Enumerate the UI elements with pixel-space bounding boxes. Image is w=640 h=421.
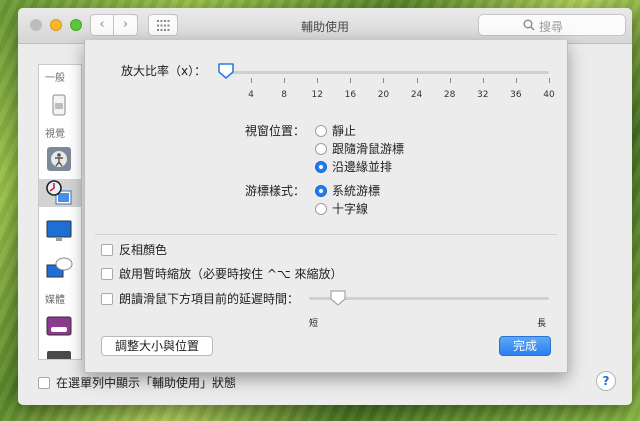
temp-zoom-label: 啟用暫時縮放（必要時按住 ^⌥ 來縮放） — [119, 267, 343, 281]
zoom-tick — [416, 78, 418, 83]
sidebar-item-zoom[interactable] — [39, 179, 81, 207]
temp-zoom-checkbox[interactable] — [101, 267, 113, 280]
category-sidebar: 一般 視覺 媒體 — [38, 64, 82, 360]
view-position-option-label: 跟隨滑鼠游標 — [332, 142, 405, 156]
zoom-factor-ticks — [85, 78, 569, 84]
zoom-tick — [350, 78, 352, 83]
sidebar-header-media: 媒體 — [45, 295, 65, 306]
zoom-options-sheet: 放大比率（x）： 4 8 12 16 20 24 28 32 36 40 視窗位置： 靜止 跟隨滑… — [84, 40, 568, 373]
sidebar-item-display[interactable] — [45, 217, 73, 245]
search-field[interactable]: 搜尋 — [478, 14, 626, 36]
zoom-tick — [317, 78, 319, 83]
sidebar-item-descriptions[interactable] — [45, 255, 73, 283]
view-position-option-stationary[interactable]: 靜止 — [315, 122, 356, 139]
sidebar-item-general[interactable] — [45, 91, 73, 119]
zoom-tick — [482, 78, 484, 83]
view-position-option-follow-mouse[interactable]: 跟隨滑鼠游標 — [315, 140, 404, 157]
view-position-radio-0[interactable] — [315, 124, 327, 137]
show-in-menubar-row[interactable]: 在選單列中顯示「輔助使用」狀態 — [38, 374, 236, 391]
zoom-tick — [284, 78, 286, 83]
cursor-style-option-label: 十字線 — [332, 202, 369, 216]
display-icon — [46, 220, 72, 241]
temp-zoom-row[interactable]: 啟用暫時縮放（必要時按住 ^⌥ 來縮放） — [101, 265, 343, 282]
view-position-option-label: 靜止 — [332, 124, 357, 138]
switch-icon — [52, 94, 66, 116]
sidebar-item-captions[interactable] — [45, 313, 73, 341]
speak-delay-checkbox[interactable] — [101, 292, 113, 305]
view-position-radio-2[interactable] — [315, 160, 327, 173]
speak-delay-label: 朗讀滑鼠下方項目前的延遲時間： — [119, 292, 300, 306]
zoom-tick-label: 8 — [281, 90, 287, 100]
search-icon — [523, 19, 535, 31]
title-bar: ‹ › 輔助使用 搜尋 — [18, 8, 632, 44]
captions-icon — [46, 316, 72, 336]
resize-position-button[interactable]: 調整大小與位置 — [101, 336, 213, 356]
voiceover-icon — [47, 147, 71, 171]
zoom-tick-label: 20 — [377, 90, 390, 100]
zoom-factor-track[interactable] — [225, 71, 549, 74]
zoom-tick-label: 36 — [510, 90, 522, 100]
invert-colors-row[interactable]: 反相顏色 — [101, 241, 167, 258]
view-position-radio-1[interactable] — [315, 142, 327, 155]
invert-colors-checkbox[interactable] — [101, 243, 113, 256]
search-placeholder: 搜尋 — [539, 20, 564, 34]
zoom-factor-label: 放大比率（x）： — [121, 64, 207, 78]
zoom-tick-label: 12 — [311, 90, 323, 100]
descriptions-icon — [46, 257, 73, 278]
sidebar-item-voiceover[interactable] — [45, 145, 73, 173]
speak-delay-slider-knob[interactable] — [329, 289, 347, 307]
zoom-tick-label: 32 — [477, 90, 489, 100]
show-in-menubar-checkbox[interactable] — [38, 376, 50, 389]
cursor-style-label: 游標樣式： — [245, 184, 306, 198]
show-in-menubar-label: 在選單列中顯示「輔助使用」狀態 — [56, 376, 237, 390]
help-button[interactable]: ? — [596, 371, 616, 391]
zoom-tick — [251, 78, 252, 83]
section-divider — [95, 234, 557, 235]
cursor-style-radio-0[interactable] — [315, 184, 327, 197]
cursor-style-option-label: 系統游標 — [332, 184, 381, 198]
view-position-option-tile-along-edge[interactable]: 沿邊緣並排 — [315, 158, 392, 175]
view-position-option-label: 沿邊緣並排 — [332, 160, 393, 174]
zoom-tick-label: 40 — [543, 90, 555, 100]
zoom-tick — [515, 78, 517, 83]
done-button[interactable]: 完成 — [499, 336, 551, 356]
delay-long-label: 長 — [537, 319, 547, 329]
sidebar-item-media[interactable] — [45, 349, 73, 359]
sidebar-header-vision: 視覺 — [45, 129, 65, 140]
zoom-tick-label: 4 — [248, 90, 254, 100]
invert-colors-label: 反相顏色 — [119, 243, 168, 257]
zoom-tick-label: 16 — [344, 90, 357, 100]
sidebar-header-general: 一般 — [45, 73, 65, 84]
media-icon — [47, 351, 71, 359]
cursor-style-option-system[interactable]: 系統游標 — [315, 182, 380, 199]
zoom-icon — [46, 180, 72, 205]
speak-delay-row[interactable]: 朗讀滑鼠下方項目前的延遲時間： — [101, 290, 299, 307]
zoom-tick — [449, 78, 451, 83]
zoom-tick-label: 28 — [443, 90, 456, 100]
cursor-style-option-crosshair[interactable]: 十字線 — [315, 200, 368, 217]
zoom-tick-label: 24 — [410, 90, 423, 100]
delay-short-label: 短 — [309, 319, 319, 329]
cursor-style-radio-1[interactable] — [315, 202, 327, 215]
view-position-label: 視窗位置： — [245, 124, 306, 138]
zoom-tick — [383, 78, 385, 83]
zoom-tick — [549, 78, 550, 83]
